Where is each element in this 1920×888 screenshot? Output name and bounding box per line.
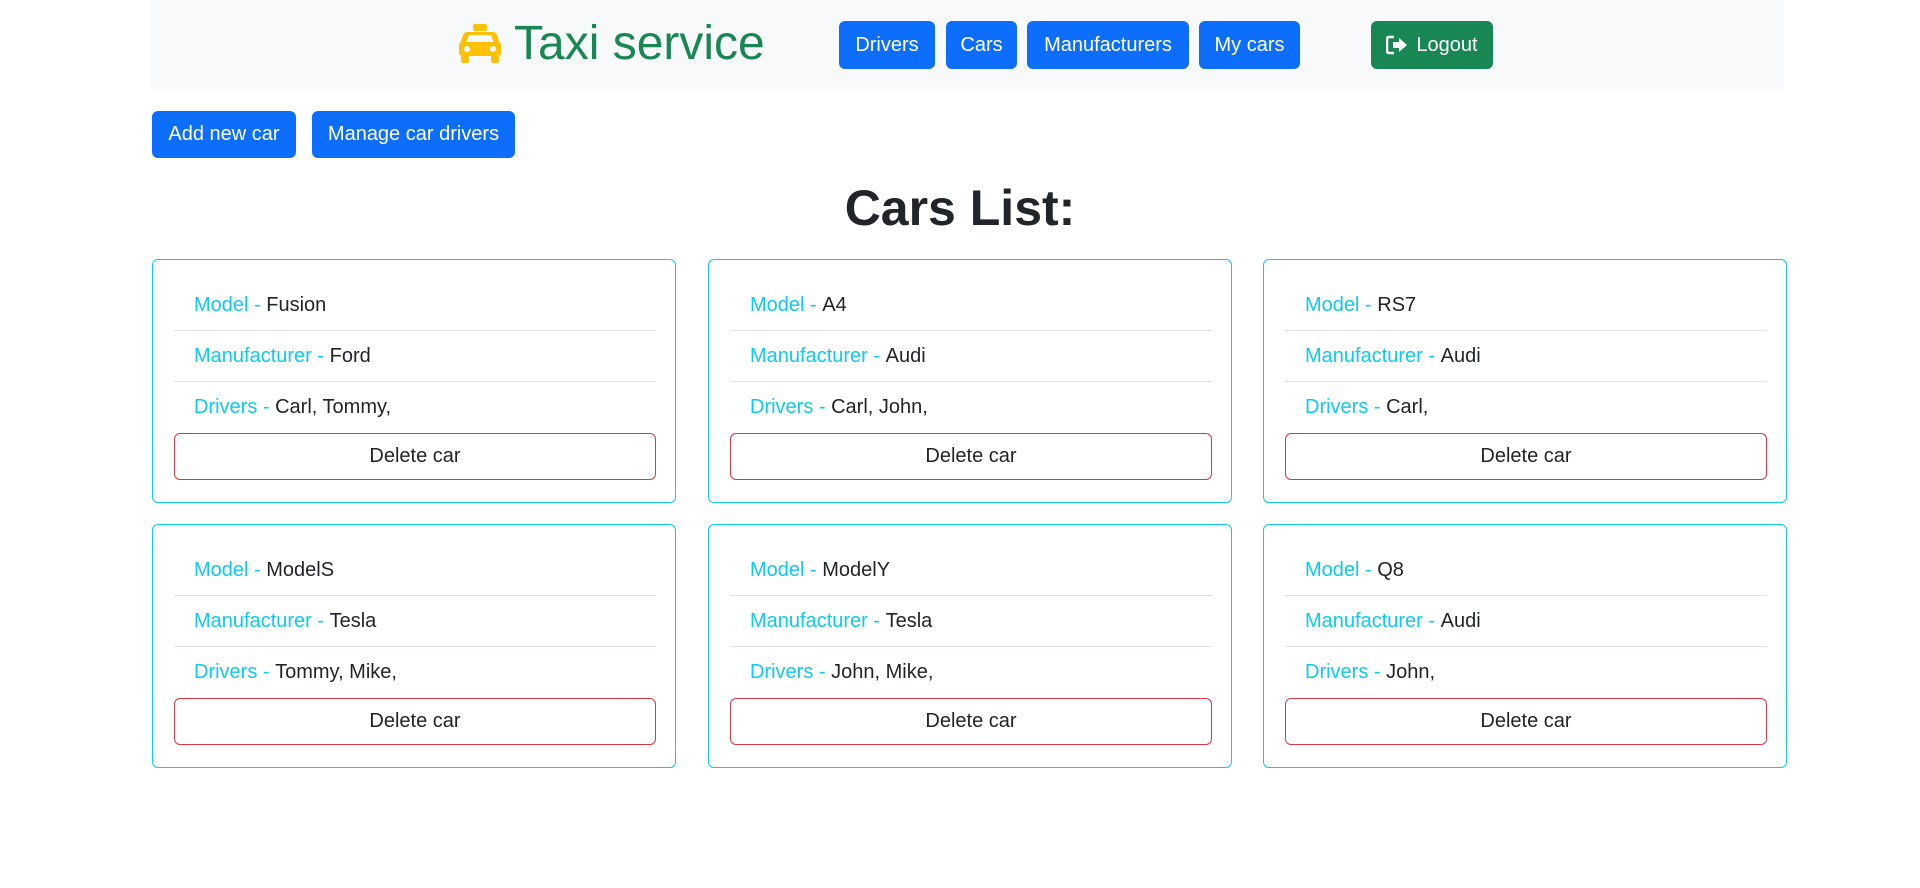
logout-label: Logout [1416,33,1478,56]
car-drivers-value: Carl, [1386,396,1429,418]
car-manufacturer-row: Manufacturer - Audi [730,331,1212,382]
car-drivers-row: Drivers - Carl, John, [730,382,1212,433]
car-drivers-row: Drivers - John, Mike, [730,647,1212,698]
logout-button[interactable]: Logout [1371,21,1493,69]
brand-title: Taxi service [514,16,765,70]
car-model-row: Model - A4 [730,280,1212,331]
manufacturer-label: Manufacturer - [194,344,330,367]
nav-my-cars-button[interactable]: My cars [1199,21,1300,69]
car-card: Model - Fusion Manufacturer - Ford Drive… [152,259,676,503]
car-model-row: Model - ModelS [174,545,656,596]
car-model-value: Q8 [1377,558,1404,581]
car-card: Model - RS7 Manufacturer - Audi Drivers … [1263,259,1787,503]
car-manufacturer-value: Ford [329,344,371,367]
car-manufacturer-value: Tesla [885,609,933,632]
car-manufacturer-row: Manufacturer - Tesla [174,596,656,647]
car-manufacturer-row: Manufacturer - Ford [174,331,656,382]
model-label: Model - [750,558,823,581]
car-manufacturer-value: Audi [1440,609,1481,632]
manufacturer-label: Manufacturer - [194,609,330,632]
drivers-label: Drivers - [194,396,276,418]
drivers-label: Drivers - [194,661,276,683]
drivers-label: Drivers - [750,661,832,683]
drivers-label: Drivers - [1305,661,1387,683]
manufacturer-label: Manufacturer - [1305,344,1441,367]
drivers-label: Drivers - [750,396,832,418]
car-model-value: ModelS [266,558,335,581]
car-drivers-value: John, Mike, [831,661,934,683]
brand[interactable]: Taxi service [458,10,765,76]
car-model-row: Model - RS7 [1285,280,1767,331]
nav-drivers-button[interactable]: Drivers [839,21,935,69]
car-drivers-row: Drivers - Tommy, Mike, [174,647,656,698]
model-label: Model - [1305,558,1378,581]
drivers-label: Drivers - [1305,396,1387,418]
car-manufacturer-row: Manufacturer - Audi [1285,331,1767,382]
car-drivers-value: Tommy, Mike, [275,661,397,683]
car-drivers-row: Drivers - Carl, [1285,382,1767,433]
nav-cars-button[interactable]: Cars [946,21,1017,69]
car-model-value: A4 [822,293,847,316]
car-card: Model - ModelY Manufacturer - Tesla Driv… [708,524,1232,768]
delete-car-button[interactable]: Delete car [174,698,656,745]
car-manufacturer-row: Manufacturer - Tesla [730,596,1212,647]
car-card: Model - ModelS Manufacturer - Tesla Driv… [152,524,676,768]
model-label: Model - [194,293,267,316]
delete-car-button[interactable]: Delete car [1285,698,1767,745]
car-model-row: Model - Q8 [1285,545,1767,596]
car-model-row: Model - Fusion [174,280,656,331]
manufacturer-label: Manufacturer - [750,344,886,367]
car-model-value: ModelY [822,558,891,581]
nav-manufacturers-button[interactable]: Manufacturers [1027,21,1189,69]
car-drivers-value: John, [1386,661,1436,683]
model-label: Model - [194,558,267,581]
taxi-icon [459,24,501,63]
car-model-value: Fusion [266,293,327,316]
manufacturer-label: Manufacturer - [1305,609,1441,632]
car-drivers-row: Drivers - Carl, Tommy, [174,382,656,433]
delete-car-button[interactable]: Delete car [730,433,1212,480]
add-new-car-button[interactable]: Add new car [152,111,296,158]
car-manufacturer-value: Tesla [329,609,377,632]
car-model-row: Model - ModelY [730,545,1212,596]
model-label: Model - [750,293,823,316]
manufacturer-label: Manufacturer - [750,609,886,632]
car-manufacturer-value: Audi [885,344,926,367]
car-drivers-value: Carl, Tommy, [275,396,392,418]
car-drivers-value: Carl, John, [831,396,928,418]
model-label: Model - [1305,293,1378,316]
car-card: Model - A4 Manufacturer - Audi Drivers -… [708,259,1232,503]
page-title: Cars List: [844,180,1076,236]
car-card: Model - Q8 Manufacturer - Audi Drivers -… [1263,524,1787,768]
sign-out-icon [1386,35,1408,55]
manage-car-drivers-button[interactable]: Manage car drivers [312,111,515,158]
car-model-value: RS7 [1377,293,1417,316]
delete-car-button[interactable]: Delete car [730,698,1212,745]
car-drivers-row: Drivers - John, [1285,647,1767,698]
delete-car-button[interactable]: Delete car [174,433,656,480]
car-manufacturer-value: Audi [1440,344,1481,367]
delete-car-button[interactable]: Delete car [1285,433,1767,480]
car-manufacturer-row: Manufacturer - Audi [1285,596,1767,647]
